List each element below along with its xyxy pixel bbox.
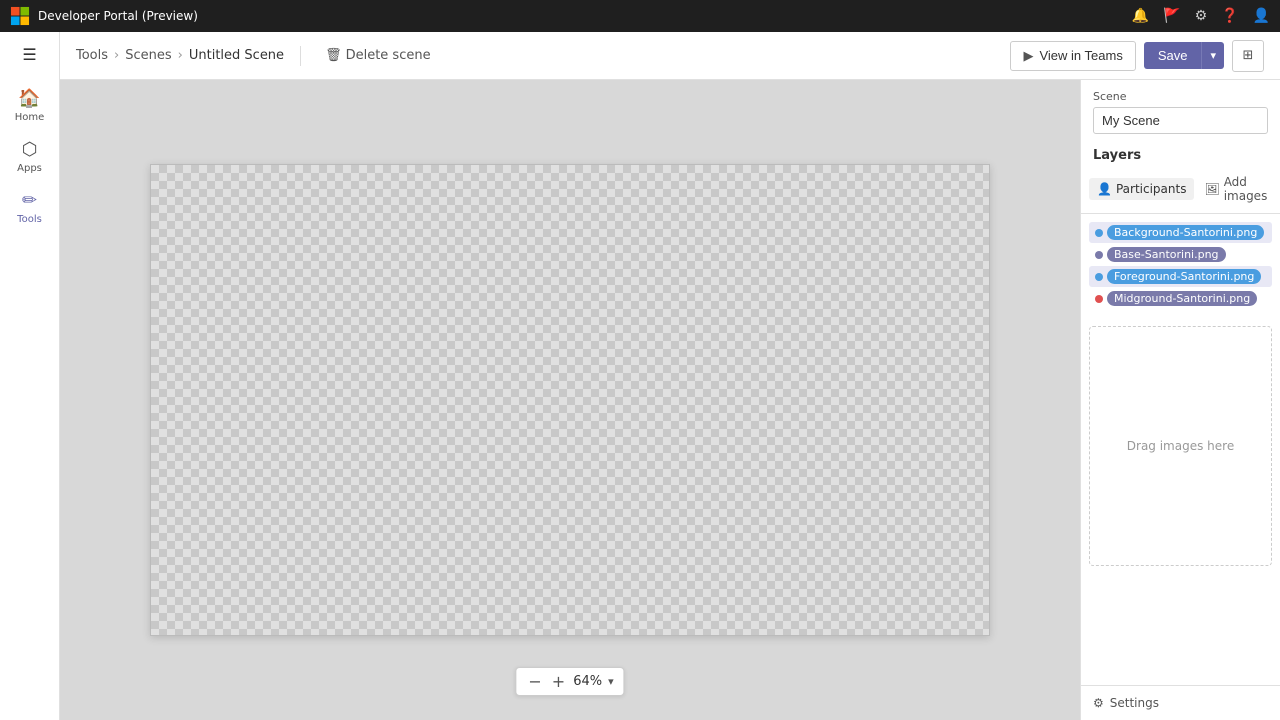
layers-preview: Background-Santorini.png Base-Santorini.… xyxy=(1081,214,1280,318)
layer-item-fg[interactable]: Foreground-Santorini.png xyxy=(1089,266,1272,287)
zoom-level-display: 64% xyxy=(573,674,602,689)
view-in-teams-label: View in Teams xyxy=(1039,48,1122,63)
layout-toggle-button[interactable]: ⊞ xyxy=(1232,40,1264,72)
breadcrumb-tools[interactable]: Tools xyxy=(76,48,108,63)
sidebar: ☰ 🏠 Home ⬡ Apps ✏ Tools xyxy=(0,32,60,720)
top-bar-right: 🔔 🚩 ⚙ ❓ 👤 xyxy=(1132,8,1270,24)
zoom-out-button[interactable]: − xyxy=(526,672,543,691)
breadcrumb-sep-1: › xyxy=(114,48,119,63)
layer-badge-mid: Midground-Santorini.png xyxy=(1107,291,1257,306)
layers-header: Layers xyxy=(1081,140,1280,171)
layer-dot-base xyxy=(1095,251,1103,259)
right-panel: Scene Layers 👤 Participants 🖼 Add images xyxy=(1080,80,1280,720)
tools-icon: ✏ xyxy=(22,190,37,211)
sidebar-item-tools-label: Tools xyxy=(17,214,42,225)
zoom-dropdown-button[interactable]: ▾ xyxy=(608,675,614,688)
hamburger-menu[interactable]: ☰ xyxy=(12,38,48,70)
play-icon: ▶ xyxy=(1023,48,1033,64)
add-images-tab[interactable]: 🖼 Add images xyxy=(1198,171,1273,207)
sidebar-item-home-label: Home xyxy=(15,112,45,123)
delete-scene-button[interactable]: 🗑 Delete scene xyxy=(317,44,439,67)
top-bar: Developer Portal (Preview) 🔔 🚩 ⚙ ❓ 👤 xyxy=(0,0,1280,32)
sidebar-item-apps[interactable]: ⬡ Apps xyxy=(0,133,59,180)
app-title: Developer Portal (Preview) xyxy=(38,9,198,23)
main-layout: ☰ 🏠 Home ⬡ Apps ✏ Tools Tools › Scenes ›… xyxy=(0,32,1280,720)
layer-dot-fg xyxy=(1095,273,1103,281)
layer-badge-fg: Foreground-Santorini.png xyxy=(1107,269,1261,284)
apps-icon: ⬡ xyxy=(22,139,38,160)
scene-section: Scene xyxy=(1081,80,1280,140)
canvas-panel: − + 64% ▾ Scene Layers 👤 Participants xyxy=(60,80,1280,720)
breadcrumb-sep-2: › xyxy=(178,48,183,63)
participants-tab-label: Participants xyxy=(1116,182,1187,196)
layer-item-base[interactable]: Base-Santorini.png xyxy=(1089,244,1272,265)
scene-label: Scene xyxy=(1093,90,1268,103)
breadcrumb: Tools › Scenes › Untitled Scene xyxy=(76,48,284,63)
layer-badge-base: Base-Santorini.png xyxy=(1107,247,1226,262)
layer-item-bg[interactable]: Background-Santorini.png xyxy=(1089,222,1272,243)
participants-tab[interactable]: 👤 Participants xyxy=(1089,178,1194,200)
layer-dot-mid xyxy=(1095,295,1103,303)
sidebar-item-home[interactable]: 🏠 Home xyxy=(0,82,59,129)
breadcrumb-current: Untitled Scene xyxy=(189,48,284,63)
ms-logo-icon xyxy=(10,6,30,26)
content-area: Tools › Scenes › Untitled Scene 🗑 Delete… xyxy=(60,32,1280,720)
layer-dot-bg xyxy=(1095,229,1103,237)
zoom-bar: − + 64% ▾ xyxy=(515,667,624,696)
breadcrumb-divider xyxy=(300,46,301,66)
layer-badge-bg: Background-Santorini.png xyxy=(1107,225,1264,240)
sidebar-item-apps-label: Apps xyxy=(17,163,42,174)
settings-icon[interactable]: ⚙ xyxy=(1195,8,1208,24)
drag-images-area[interactable]: Drag images here xyxy=(1089,326,1272,566)
layers-list-area: Background-Santorini.png Base-Santorini.… xyxy=(1081,214,1280,685)
save-dropdown-button[interactable]: ▾ xyxy=(1201,42,1224,69)
participants-icon: 👤 xyxy=(1097,182,1112,196)
add-images-tab-label: Add images xyxy=(1224,175,1268,203)
settings-button[interactable]: ⚙ Settings xyxy=(1081,685,1280,720)
settings-label: Settings xyxy=(1110,696,1159,710)
flag-icon[interactable]: 🚩 xyxy=(1163,8,1180,24)
save-button[interactable]: Save xyxy=(1144,42,1202,69)
scene-name-input[interactable] xyxy=(1093,107,1268,134)
ms-logo-group: Developer Portal (Preview) xyxy=(10,6,198,26)
delete-icon: 🗑 xyxy=(325,48,342,63)
help-icon[interactable]: ❓ xyxy=(1221,8,1238,24)
drag-images-label: Drag images here xyxy=(1127,439,1234,453)
breadcrumb-right-actions: ▶ View in Teams Save ▾ ⊞ xyxy=(1010,40,1264,72)
home-icon: 🏠 xyxy=(18,88,40,109)
delete-scene-label: Delete scene xyxy=(346,48,431,63)
save-button-group: Save ▾ xyxy=(1144,42,1224,69)
breadcrumb-bar: Tools › Scenes › Untitled Scene 🗑 Delete… xyxy=(60,32,1280,80)
layer-item-mid[interactable]: Midground-Santorini.png xyxy=(1089,288,1272,309)
scene-canvas[interactable] xyxy=(150,164,990,636)
canvas-area: − + 64% ▾ xyxy=(60,80,1080,720)
profile-icon[interactable]: 👤 xyxy=(1253,8,1270,24)
view-in-teams-button[interactable]: ▶ View in Teams xyxy=(1010,41,1135,71)
layers-tabs: 👤 Participants 🖼 Add images xyxy=(1081,171,1280,214)
breadcrumb-scenes[interactable]: Scenes xyxy=(125,48,171,63)
settings-icon: ⚙ xyxy=(1093,696,1104,710)
add-images-icon: 🖼 xyxy=(1204,182,1219,196)
notifications-icon[interactable]: 🔔 xyxy=(1132,8,1149,24)
sidebar-item-tools[interactable]: ✏ Tools xyxy=(0,184,59,231)
zoom-in-button[interactable]: + xyxy=(550,672,567,691)
